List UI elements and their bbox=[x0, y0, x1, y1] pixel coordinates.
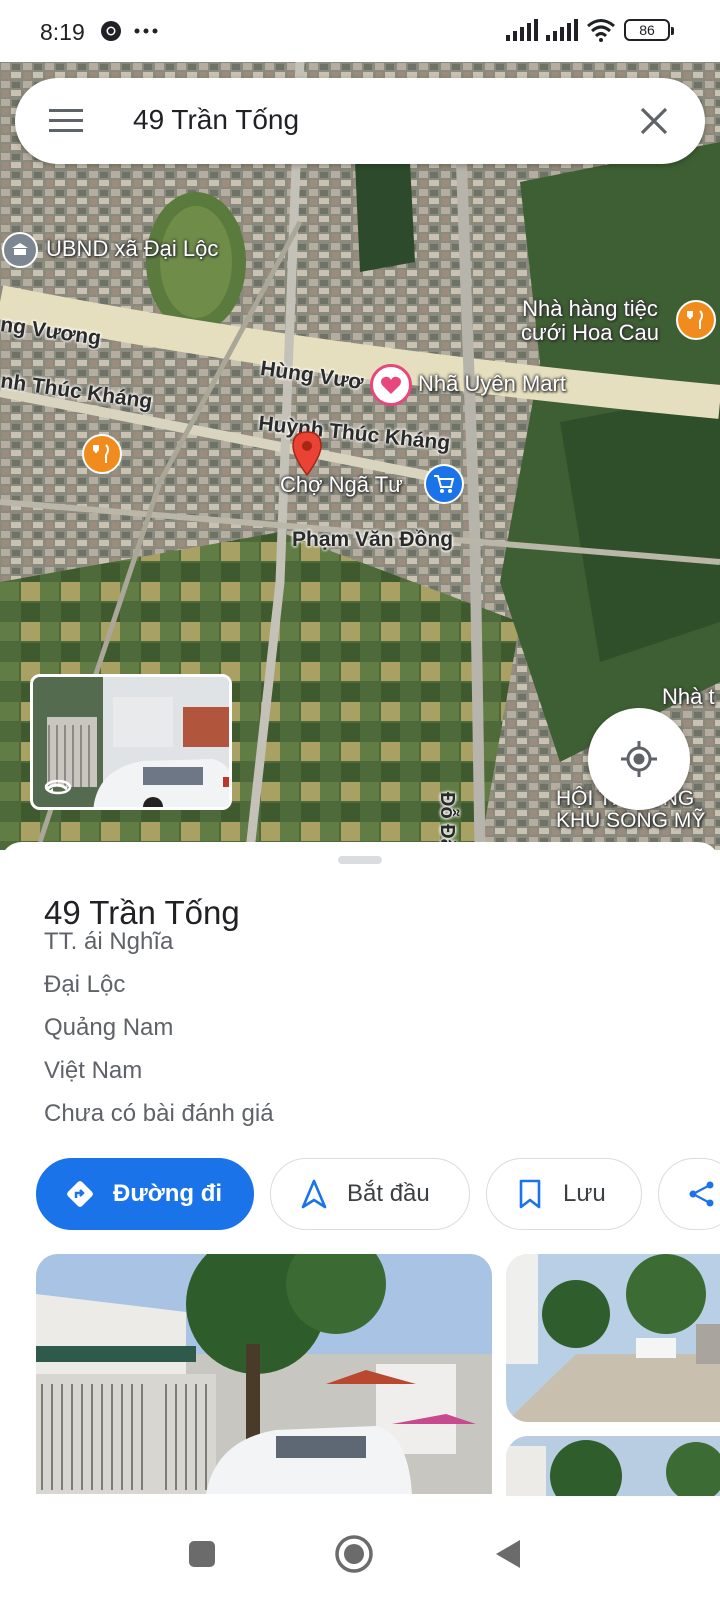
place-details-sheet[interactable]: 49 Trần Tống TT. ái Nghĩa Đại Lộc Quảng … bbox=[0, 842, 720, 1510]
square-icon bbox=[189, 1541, 215, 1567]
road-label-pham-van-dong: Phạm Văn Đồng bbox=[292, 528, 454, 551]
address-line: TT. ái Nghĩa bbox=[44, 928, 174, 955]
circle-home-icon bbox=[335, 1535, 373, 1573]
address-line: Quảng Nam bbox=[44, 1014, 174, 1041]
street-view-thumbnail[interactable] bbox=[30, 674, 232, 810]
restaurant-pin-icon-2[interactable] bbox=[82, 434, 122, 474]
my-location-button[interactable] bbox=[588, 708, 690, 810]
status-right: 86 bbox=[506, 18, 674, 42]
reviews-status: Chưa có bài đánh giá bbox=[44, 1100, 274, 1127]
search-query-text[interactable]: 49 Trần Tống bbox=[133, 104, 299, 136]
signal-icon-2 bbox=[546, 19, 578, 41]
directions-icon bbox=[65, 1179, 95, 1209]
save-label: Lưu bbox=[563, 1180, 606, 1207]
selected-location-pin-icon[interactable] bbox=[290, 430, 324, 476]
share-icon bbox=[687, 1179, 717, 1209]
close-icon[interactable] bbox=[637, 104, 671, 138]
favorite-pin-icon[interactable] bbox=[370, 364, 412, 406]
start-button[interactable]: Bắt đầu bbox=[270, 1158, 470, 1230]
shopping-pin-icon[interactable] bbox=[424, 464, 464, 504]
battery-indicator: 86 bbox=[624, 19, 674, 41]
map-label-ubnd[interactable]: UBND xã Đại Lộc bbox=[46, 236, 218, 262]
back-triangle-icon bbox=[496, 1540, 520, 1568]
menu-icon[interactable] bbox=[49, 106, 83, 136]
map-label-mart[interactable]: Nhã Uyên Mart bbox=[418, 371, 566, 397]
navigation-arrow-icon bbox=[299, 1179, 329, 1209]
map-label-cho-nga-tu[interactable]: Chợ Ngã Tư bbox=[280, 472, 403, 498]
back-button[interactable] bbox=[488, 1534, 528, 1574]
map-view[interactable]: UBND xã Đại Lộc Nhà hàng tiệc cưới Hoa C… bbox=[0, 62, 720, 850]
start-label: Bắt đầu bbox=[347, 1180, 430, 1207]
rotate-360-icon bbox=[43, 778, 73, 801]
save-button[interactable]: Lưu bbox=[486, 1158, 642, 1230]
place-photo-main[interactable] bbox=[36, 1254, 492, 1494]
system-navigation-bar bbox=[0, 1510, 720, 1600]
drag-handle[interactable] bbox=[338, 856, 382, 864]
action-chips: Đường đi Bắt đầu Lưu bbox=[36, 1158, 720, 1230]
my-location-icon bbox=[621, 741, 657, 777]
recent-apps-button[interactable] bbox=[182, 1534, 222, 1574]
bookmark-icon bbox=[515, 1179, 545, 1209]
home-button[interactable] bbox=[334, 1534, 374, 1574]
status-time: 8:19 bbox=[40, 19, 85, 45]
status-left-icons bbox=[100, 20, 158, 42]
directions-button[interactable]: Đường đi bbox=[36, 1158, 254, 1230]
share-button[interactable] bbox=[658, 1158, 720, 1230]
map-label-nha-t[interactable]: Nhà t bbox=[662, 684, 715, 710]
directions-label: Đường đi bbox=[113, 1180, 223, 1207]
more-notifications-icon bbox=[134, 28, 158, 34]
address-line: Việt Nam bbox=[44, 1057, 143, 1084]
place-photo-2[interactable] bbox=[506, 1254, 720, 1422]
status-bar: 8:19 86 bbox=[0, 0, 720, 62]
search-bar[interactable]: 49 Trần Tống bbox=[15, 78, 705, 164]
wifi-icon bbox=[587, 19, 615, 42]
signal-icon bbox=[506, 19, 538, 41]
place-photo-3[interactable] bbox=[506, 1436, 720, 1496]
chrome-icon bbox=[101, 21, 121, 41]
government-pin-icon[interactable] bbox=[2, 232, 38, 268]
map-label-restaurant[interactable]: Nhà hàng tiệc cưới Hoa Cau bbox=[510, 297, 670, 345]
address-line: Đại Lộc bbox=[44, 971, 126, 998]
restaurant-pin-icon[interactable] bbox=[676, 300, 716, 340]
place-title: 49 Trần Tống bbox=[44, 894, 240, 931]
